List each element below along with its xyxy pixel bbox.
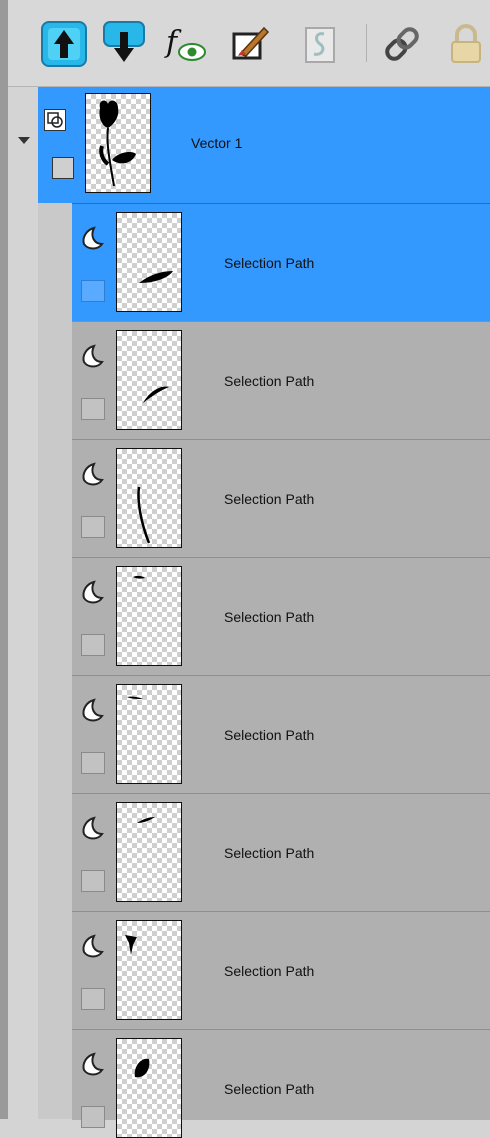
expand-arrow-icon[interactable] <box>18 137 30 144</box>
brush-edit-icon <box>232 26 270 60</box>
layers-list: Vector 1 Selection Path Selection Path S… <box>8 87 490 1138</box>
visibility-eye-icon[interactable] <box>81 634 105 656</box>
path-type-icon <box>82 580 104 604</box>
layer-thumbnail <box>85 93 151 193</box>
path-row[interactable]: Selection Path <box>72 557 490 676</box>
path-row[interactable]: Selection Path <box>72 911 490 1030</box>
chain-link-icon <box>385 27 419 61</box>
layers-toolbar: f <box>8 0 490 87</box>
path-thumbnail <box>116 684 182 784</box>
indent-strip <box>38 203 72 1119</box>
path-row[interactable]: Selection Path <box>72 203 490 322</box>
path-label: Selection Path <box>224 727 315 743</box>
visibility-eye-icon[interactable] <box>81 870 105 892</box>
visibility-eye-icon[interactable] <box>81 398 105 420</box>
script-icon <box>305 27 335 63</box>
path-row[interactable]: Selection Path <box>72 675 490 794</box>
path-row[interactable]: Selection Path <box>72 793 490 912</box>
path-type-icon <box>82 344 104 368</box>
path-type-icon <box>82 816 104 840</box>
path-thumbnail <box>116 330 182 430</box>
lock-button[interactable] <box>442 20 490 68</box>
move-up-button[interactable] <box>40 20 88 68</box>
layer-row-vector-1[interactable]: Vector 1 <box>8 87 490 204</box>
path-type-icon <box>82 1052 104 1076</box>
path-thumbnail <box>116 448 182 548</box>
path-thumbnail <box>116 802 182 902</box>
path-thumbnail <box>116 212 182 312</box>
path-type-icon <box>82 698 104 722</box>
path-label: Selection Path <box>224 845 315 861</box>
path-row[interactable]: Selection Path <box>72 439 490 558</box>
arrow-down-icon <box>103 21 145 62</box>
path-label: Selection Path <box>224 373 315 389</box>
path-row[interactable]: Selection Path <box>72 1029 490 1138</box>
path-label: Selection Path <box>224 609 315 625</box>
visibility-eye-icon[interactable] <box>81 1106 105 1128</box>
path-label: Selection Path <box>224 255 315 271</box>
move-down-button[interactable] <box>100 20 148 68</box>
vector-layer-type-icon <box>44 109 66 131</box>
path-type-icon <box>82 934 104 958</box>
fx-eye-icon: f <box>164 25 206 61</box>
path-thumbnail <box>116 566 182 666</box>
visibility-eye-icon[interactable] <box>81 752 105 774</box>
layer-effects-button[interactable]: f <box>160 20 208 68</box>
path-thumbnail <box>116 920 182 1020</box>
script-button[interactable] <box>296 20 344 68</box>
vector-layer-name: Vector 1 <box>191 135 243 151</box>
path-label: Selection Path <box>224 1081 315 1097</box>
toolbar-separator <box>366 24 367 62</box>
visibility-toggle-icon[interactable] <box>52 157 74 179</box>
panel-frame <box>0 0 8 1119</box>
edit-layer-button[interactable] <box>226 20 274 68</box>
padlock-icon <box>451 24 481 63</box>
arrow-up-icon <box>41 21 87 67</box>
visibility-eye-icon[interactable] <box>81 516 105 538</box>
path-type-icon <box>82 226 104 250</box>
path-thumbnail <box>116 1038 182 1138</box>
visibility-eye-icon[interactable] <box>81 988 105 1010</box>
link-button[interactable] <box>378 20 426 68</box>
path-type-icon <box>82 462 104 486</box>
visibility-eye-icon[interactable] <box>81 280 105 302</box>
path-label: Selection Path <box>224 963 315 979</box>
path-row[interactable]: Selection Path <box>72 321 490 440</box>
path-label: Selection Path <box>224 491 315 507</box>
